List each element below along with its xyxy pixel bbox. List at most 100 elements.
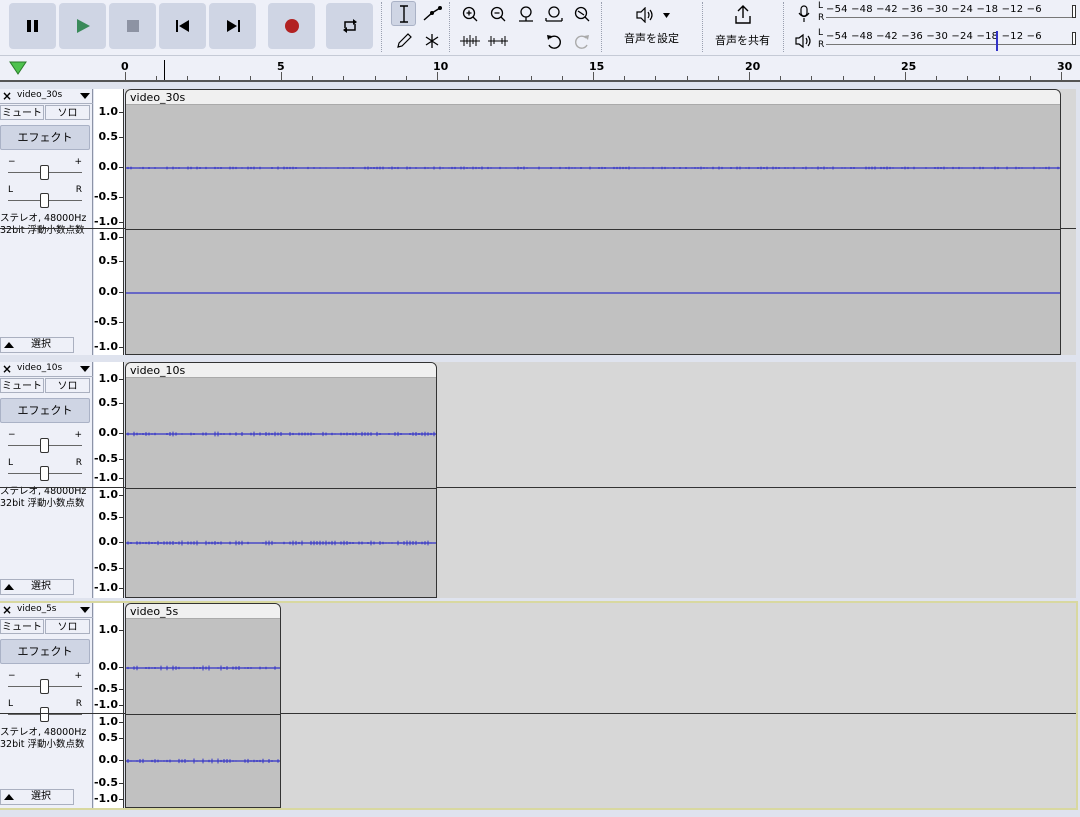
play-button[interactable]	[59, 3, 106, 49]
stop-button[interactable]	[109, 3, 156, 49]
share-audio-label: 音声を共有	[715, 34, 770, 47]
pause-button[interactable]	[9, 3, 56, 49]
waveform-channel-left	[126, 166, 1060, 294]
solo-button[interactable]: ソロ	[45, 378, 90, 393]
zoom-selection-icon	[518, 5, 533, 22]
playback-meter[interactable]: L R −54 −48 −42 −36 −30 −24 −18 −12 −6	[790, 28, 1080, 54]
select-track-button[interactable]: 選択	[0, 789, 74, 805]
mute-button[interactable]: ミュート	[0, 105, 44, 120]
zoom-fit-icon	[544, 5, 563, 22]
audio-clip[interactable]: video_10s	[125, 362, 437, 598]
dropdown-arrow-icon	[663, 13, 670, 18]
amplitude-label: -0.5	[93, 452, 118, 465]
gain-slider[interactable]: − +	[8, 430, 82, 456]
audio-clip[interactable]: video_30s	[125, 89, 1061, 355]
close-track-icon[interactable]: ×	[2, 603, 12, 617]
skip-start-button[interactable]	[159, 3, 206, 49]
track-name-menu[interactable]: × video_30s	[0, 89, 93, 104]
track-name: video_5s	[17, 604, 57, 614]
envelope-icon	[423, 5, 442, 21]
amplitude-label: 1.0	[98, 230, 119, 243]
zoom-out-button[interactable]	[485, 1, 510, 26]
amplitude-scale: 1.0 0.0 -0.5 -1.0 1.0 0.5 0.0 -0.5 -1.0	[94, 603, 124, 808]
track-control-panel: × video_10s ミュート ソロ エフェクト − + L R ステレオ, …	[0, 362, 93, 598]
skip-end-icon	[226, 20, 240, 32]
collapse-track-icon	[4, 584, 14, 590]
gain-slider[interactable]: − +	[8, 157, 82, 183]
track-format-info: ステレオ, 48000Hz 32bit 浮動小数点数	[0, 213, 87, 236]
pencil-icon	[396, 32, 412, 48]
select-track-button[interactable]: 選択	[0, 579, 74, 595]
close-track-icon[interactable]: ×	[2, 362, 12, 376]
timeline-options-icon[interactable]	[8, 60, 28, 76]
track-waveform-area[interactable]: video_10s	[0, 362, 1076, 598]
zoom-in-button[interactable]	[457, 1, 482, 26]
ruler-label: 10	[433, 60, 449, 73]
redo-button[interactable]	[569, 28, 594, 53]
share-audio-button[interactable]: 音声を共有	[710, 2, 778, 50]
record-button[interactable]	[268, 3, 315, 49]
mute-button[interactable]: ミュート	[0, 378, 44, 393]
audio-setup-button[interactable]: 音声を設定	[609, 2, 697, 50]
track-waveform-area[interactable]: video_30s	[0, 89, 1076, 355]
playback-speaker-icon	[795, 33, 811, 49]
envelope-tool[interactable]	[419, 1, 444, 26]
track-name: video_10s	[17, 363, 63, 373]
track-control-panel: × video_5s ミュート ソロ エフェクト − + L R ステレオ, 4…	[0, 603, 93, 808]
skip-end-button[interactable]	[209, 3, 256, 49]
fit-project-button[interactable]	[541, 1, 566, 26]
draw-tool[interactable]	[391, 28, 416, 53]
collapse-track-icon	[4, 342, 14, 348]
asterisk-icon	[425, 33, 438, 48]
ruler-label: 30	[1057, 60, 1073, 73]
fit-selection-button[interactable]	[513, 1, 538, 26]
multi-tool[interactable]	[419, 28, 444, 53]
track-format-info: ステレオ, 48000Hz 32bit 浮動小数点数	[0, 486, 87, 509]
gain-slider[interactable]: − +	[8, 671, 82, 697]
track-waveform-area[interactable]: video_5s	[0, 603, 1076, 808]
solo-button[interactable]: ソロ	[45, 105, 90, 120]
silence-button[interactable]	[485, 28, 510, 53]
pan-slider[interactable]: L R	[8, 458, 82, 484]
audio-clip[interactable]: video_5s	[125, 603, 281, 808]
mute-button[interactable]: ミュート	[0, 619, 44, 634]
amplitude-label: 0.0	[98, 660, 119, 673]
amplitude-scale: 1.0 0.5 0.0 -0.5 -1.0 1.0 0.5 0.0 -0.5 -1.0	[94, 89, 124, 355]
amplitude-scale: 1.0 0.5 0.0 -0.5 -1.0 1.0 0.5 0.0 -0.5 -1.0	[94, 362, 124, 598]
zoom-toggle-button[interactable]	[569, 1, 594, 26]
trim-button[interactable]	[457, 28, 482, 53]
undo-button[interactable]	[541, 28, 566, 53]
amplitude-label: 1.0	[98, 715, 119, 728]
skip-start-icon	[175, 20, 189, 32]
track-menu-dropdown-icon[interactable]	[80, 93, 90, 99]
ruler-label: 20	[745, 60, 761, 73]
pan-slider[interactable]: L R	[8, 185, 82, 211]
effects-button[interactable]: エフェクト	[0, 398, 90, 423]
track-name-menu[interactable]: × video_10s	[0, 362, 93, 377]
track-name-menu[interactable]: × video_5s	[0, 603, 93, 618]
select-track-button[interactable]: 選択	[0, 337, 74, 353]
timeline-ruler[interactable]: 0 5 10 15 20 25 30	[0, 56, 1080, 82]
loop-button[interactable]	[326, 3, 373, 49]
amplitude-label: 0.0	[98, 753, 119, 766]
zoom-out-icon	[490, 6, 505, 21]
track-menu-dropdown-icon[interactable]	[80, 607, 90, 613]
pan-slider[interactable]: L R	[8, 699, 82, 725]
effects-button[interactable]: エフェクト	[0, 125, 90, 150]
amplitude-label: 0.5	[98, 130, 119, 143]
amplitude-label: 1.0	[98, 623, 119, 636]
solo-button[interactable]: ソロ	[45, 619, 90, 634]
selection-tool[interactable]	[391, 1, 416, 26]
track-menu-dropdown-icon[interactable]	[80, 366, 90, 372]
audio-track[interactable]: × video_30s ミュート ソロ エフェクト − + L R ステレオ, …	[0, 89, 1076, 355]
close-track-icon[interactable]: ×	[2, 89, 12, 103]
effects-button[interactable]: エフェクト	[0, 639, 90, 664]
amplitude-label: 1.0	[98, 105, 119, 118]
share-icon	[735, 5, 751, 24]
audio-track[interactable]: × video_10s ミュート ソロ エフェクト − + L R ステレオ, …	[0, 362, 1076, 598]
amplitude-label: 0.5	[98, 254, 119, 267]
audio-track[interactable]: × video_5s ミュート ソロ エフェクト − + L R ステレオ, 4…	[0, 601, 1078, 810]
amplitude-label: -1.0	[93, 792, 118, 805]
record-meter[interactable]: L R −54 −48 −42 −36 −30 −24 −18 −12 −6	[790, 1, 1080, 27]
undo-icon	[546, 34, 561, 49]
